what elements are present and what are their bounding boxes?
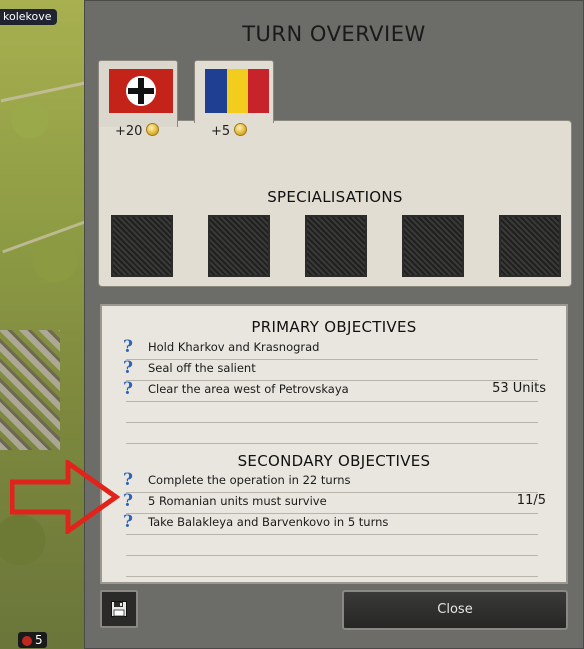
objective-text: 5 Romanian units must survive [148,494,327,508]
specialisation-slot[interactable] [305,215,367,277]
objective-row-empty [126,556,538,577]
objective-text: Seal off the salient [148,361,256,375]
objective-value: 11/5 [516,493,546,508]
tab-germany-income: +20 [115,124,143,139]
help-icon[interactable]: ? [123,358,139,378]
objective-row[interactable]: ? Clear the area west of Petrovskaya 53 … [123,379,546,402]
unit-badge-icon [22,635,32,646]
objective-row-empty [126,423,538,444]
specialisation-slot[interactable] [208,215,270,277]
objective-row-empty [126,402,538,423]
objective-text: Hold Kharkov and Krasnograd [148,340,320,354]
game-map[interactable]: kolekove 5 [0,0,90,649]
town-label[interactable]: kolekove [0,9,57,25]
map-road [0,80,90,103]
secondary-objectives-title: SECONDARY OBJECTIVES [237,452,431,470]
close-button[interactable]: Close [342,590,568,630]
objective-row[interactable]: ? 5 Romanian units must survive 11/5 [123,491,546,514]
map-town [0,330,60,450]
objective-row[interactable]: ? Seal off the salient [123,358,538,381]
tab-germany[interactable]: +20 [98,60,178,139]
german-flag-icon [109,69,173,113]
specialisations-box: SPECIALISATIONS [98,120,572,287]
tab-romania-income: +5 [211,124,231,139]
turn-overview-panel: TURN OVERVIEW SPECIALISATIONS +20 +5 PRI… [84,0,584,649]
specialisation-slot[interactable] [499,215,561,277]
specialisations-title: SPECIALISATIONS [267,188,403,206]
coin-icon [146,123,160,136]
objective-text: Take Balakleya and Barvenkovo in 5 turns [148,515,389,529]
help-icon[interactable]: ? [123,470,139,490]
primary-objectives-title: PRIMARY OBJECTIVES [251,318,417,336]
save-button[interactable] [100,590,138,628]
tutorial-arrow-icon [10,460,120,534]
tab-romania[interactable]: +5 [194,60,274,139]
panel-title: TURN OVERVIEW [242,22,426,46]
help-icon[interactable]: ? [123,337,139,357]
coin-icon [234,123,248,136]
specialisation-slot[interactable] [402,215,464,277]
objectives-box: PRIMARY OBJECTIVES ? Hold Kharkov and Kr… [100,304,568,584]
objective-row[interactable]: ? Complete the operation in 22 turns [123,470,538,493]
objective-text: Clear the area west of Petrovskaya [148,382,349,396]
objective-text: Complete the operation in 22 turns [148,473,351,487]
help-icon[interactable]: ? [123,491,139,511]
romanian-flag-icon [205,69,269,113]
specialisation-slot[interactable] [111,215,173,277]
unit-badge[interactable]: 5 [18,632,47,648]
help-icon[interactable]: ? [123,379,139,399]
map-road [2,219,88,254]
floppy-disk-icon [111,601,127,617]
objective-row[interactable]: ? Take Balakleya and Barvenkovo in 5 tur… [123,512,538,535]
objective-row-empty [126,535,538,556]
help-icon[interactable]: ? [123,512,139,532]
objective-value: 53 Units [492,381,546,396]
unit-badge-count: 5 [35,633,43,647]
bottom-bar: Close [98,588,570,636]
objective-row[interactable]: ? Hold Kharkov and Krasnograd [123,337,538,360]
